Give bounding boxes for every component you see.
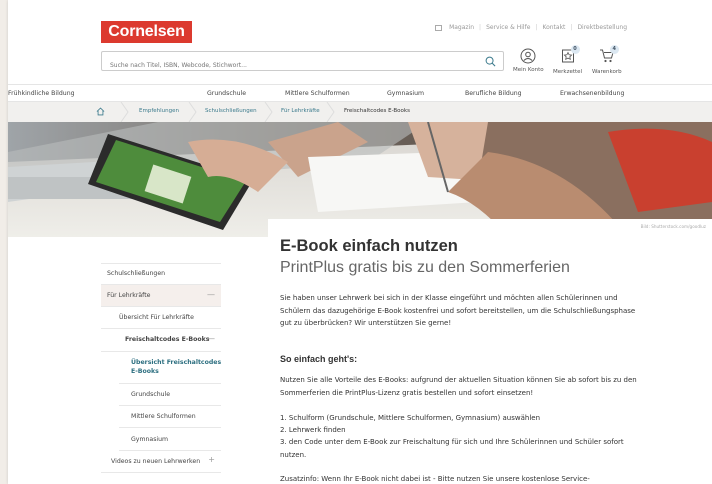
step-1: 1. Schulform (Grundschule, Mittlere Schu… xyxy=(280,414,541,422)
sidebar-item-uebersicht-freischaltcodes[interactable]: Übersicht Freischaltcodes E-Books xyxy=(119,352,221,384)
chevron-right-icon xyxy=(188,102,197,122)
sidebar-item-videos[interactable]: Videos zu neuen Lehrwerken + xyxy=(101,451,221,473)
paragraph-1: Nutzen Sie alle Vorteile des E-Books: au… xyxy=(280,376,637,397)
intro-paragraph: Sie haben unser Lehrwerk bei sich in der… xyxy=(280,294,636,327)
sidebar-item-grundschule[interactable]: Grundschule xyxy=(119,384,221,406)
cart-button[interactable]: 4 Warenkorb xyxy=(592,45,622,75)
breadcrumb-current: Freischaltcodes E-Books xyxy=(344,108,410,114)
breadcrumb-empfehlungen[interactable]: Empfehlungen xyxy=(139,108,179,114)
nav-erwachsenenbildung[interactable]: Erwachsenenbildung xyxy=(560,90,624,97)
search-box xyxy=(101,51,504,75)
sidebar-item-schulschliessungen[interactable]: Schulschließungen xyxy=(101,263,221,285)
account-label: Mein Konto xyxy=(513,67,544,73)
cart-label: Warenkorb xyxy=(592,69,622,75)
breadcrumb-schulschliessungen[interactable]: Schulschließungen xyxy=(205,108,257,114)
sidebar-item-uebersicht-lehrkraefte[interactable]: Übersicht Für Lehrkräfte xyxy=(101,307,221,329)
user-icon xyxy=(520,48,536,64)
account-button[interactable]: Mein Konto xyxy=(513,48,544,73)
chevron-right-icon xyxy=(264,102,273,122)
nav-berufliche-bildung[interactable]: Berufliche Bildung xyxy=(465,90,522,97)
section-heading: So einfach geht's: xyxy=(280,354,358,364)
merkzettel-button[interactable]: 0 Merkzettel xyxy=(553,45,583,75)
breadcrumb-fuer-lehrkraefte[interactable]: Für Lehrkräfte xyxy=(281,108,320,114)
page-title: E-Book einfach nutzen xyxy=(280,237,458,255)
sidebar-item-mittlere-schulformen[interactable]: Mittlere Schulformen xyxy=(119,406,221,428)
sidebar-item-label: Gymnasium xyxy=(131,436,169,443)
toplink-kontakt[interactable]: Kontakt xyxy=(542,24,565,31)
sidebar-item-label: Übersicht Für Lehrkräfte xyxy=(119,314,194,321)
merkzettel-label: Merkzettel xyxy=(553,69,583,75)
sidebar-item-label: Schulschließungen xyxy=(107,270,166,277)
expand-icon[interactable]: + xyxy=(208,455,215,464)
chevron-right-icon xyxy=(326,102,335,122)
step-2: 2. Lehrwerk finden xyxy=(280,426,346,434)
main-navigation: Frühkindliche Bildung Grundschule Mittle… xyxy=(8,84,712,102)
info-paragraph: Zusatzinfo: Wenn Ihr E-Book nicht dabei … xyxy=(280,475,590,483)
step-3: 3. den Code unter dem E-Book zur Freisch… xyxy=(280,438,624,459)
nav-mittlere-schulformen[interactable]: Mittlere Schulformen xyxy=(285,90,350,97)
sidebar-item-label: Mittlere Schulformen xyxy=(131,413,196,420)
cornelsen-logo[interactable]: Cornelsen xyxy=(101,21,192,43)
collapse-icon[interactable]: — xyxy=(207,290,215,299)
header: Cornelsen Magazin | Service & Hilfe | Ko… xyxy=(8,0,712,84)
magazine-icon xyxy=(435,24,443,31)
nav-gymnasium[interactable]: Gymnasium xyxy=(387,90,424,97)
page: Cornelsen Magazin | Service & Hilfe | Ko… xyxy=(8,0,712,484)
nav-grundschule[interactable]: Grundschule xyxy=(207,90,246,97)
cart-badge: 4 xyxy=(609,45,619,54)
sidebar-item-label: Übersicht Freischaltcodes E-Books xyxy=(131,359,222,375)
sidebar-item-label: Freischaltcodes E-Books xyxy=(125,336,210,343)
collapse-icon[interactable]: — xyxy=(207,334,215,343)
toplink-magazin[interactable]: Magazin xyxy=(449,24,474,31)
toplink-service[interactable]: Service & Hilfe xyxy=(486,24,530,31)
toplink-direktbestellung[interactable]: Direktbestellung xyxy=(577,24,627,31)
nav-fruehkindliche-bildung[interactable]: Frühkindliche Bildung xyxy=(8,90,75,97)
search-icon[interactable] xyxy=(485,56,496,67)
search-input[interactable] xyxy=(102,56,472,75)
chevron-right-icon xyxy=(120,102,129,122)
sidebar-item-label: Für Lehrkräfte xyxy=(107,292,151,299)
sidebar-item-freischaltcodes[interactable]: Freischaltcodes E-Books — xyxy=(101,329,221,352)
image-caption: Bild: Shutterstock.com/goodluz xyxy=(640,224,706,229)
sidebar-item-label: Videos zu neuen Lehrwerken xyxy=(111,458,201,465)
sidebar-item-gymnasium[interactable]: Gymnasium xyxy=(119,428,221,451)
merkzettel-badge: 0 xyxy=(570,45,580,54)
home-icon[interactable] xyxy=(96,107,105,116)
page-subtitle: PrintPlus gratis bis zu den Sommerferien xyxy=(280,259,570,276)
top-links: Magazin | Service & Hilfe | Kontakt | Di… xyxy=(435,24,627,31)
breadcrumb: Empfehlungen Schulschließungen Für Lehrk… xyxy=(8,102,712,122)
sidebar-item-fuer-lehrkraefte[interactable]: Für Lehrkräfte — xyxy=(101,285,221,307)
sidebar-item-label: Grundschule xyxy=(131,391,171,398)
